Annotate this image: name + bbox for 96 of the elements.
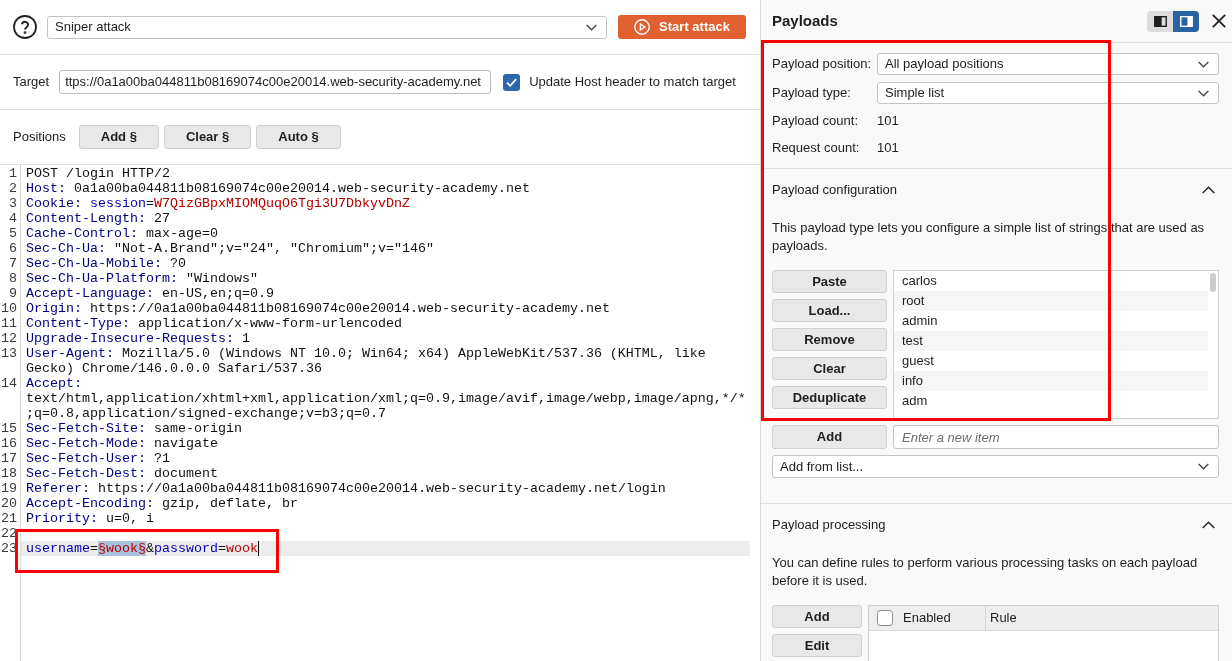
code-line: Sec-Ch-Ua: "Not-A.Brand";v="24", "Chromium";v="146" <box>26 241 434 256</box>
code-line: Sec-Ch-Ua-Platform: "Windows" <box>26 271 258 286</box>
panel-title: Payloads <box>772 10 838 31</box>
layout-toggle[interactable] <box>1147 10 1173 32</box>
field-label: Payload position: <box>772 55 871 74</box>
target-field[interactable]: ttps://0a1a00ba044811b08169074c00e20014.web-security-academy.net <box>59 70 492 94</box>
code-line: Cache-Control: max-age=0 <box>26 226 218 241</box>
column-header[interactable]: Enabled <box>903 608 951 628</box>
marker-button[interactable]: Add § <box>78 125 159 149</box>
code-line: Sec-Fetch-User: ?1 <box>26 451 170 466</box>
section-title: Payload configuration <box>772 180 898 199</box>
line-number: 16 <box>1 436 17 451</box>
panel-right-icon <box>1179 15 1193 27</box>
line-number: 9 <box>9 286 17 301</box>
code-line: Accept-Language: en-US,en;q=0.9 <box>26 286 274 301</box>
code-line: username=§wook§&password=wook <box>26 541 258 556</box>
code-line: Sec-Fetch-Mode: navigate <box>26 436 218 451</box>
chevron-up-icon[interactable] <box>1202 520 1215 529</box>
scrollbar[interactable] <box>1210 273 1216 292</box>
field-value: 101 <box>877 139 899 158</box>
payload-list-item[interactable]: test <box>894 331 1208 351</box>
payload-list-item[interactable]: info <box>894 371 1208 391</box>
line-number: 20 <box>1 496 17 511</box>
list-action-button[interactable]: Deduplicate <box>772 386 887 409</box>
column-header[interactable]: Rule <box>990 608 1017 628</box>
line-number: 14 <box>1 376 17 393</box>
code-line: Origin: https://0a1a00ba044811b08169074c00e20014.web-security-academy.net <box>26 301 610 316</box>
field-label: Payload count: <box>772 112 858 131</box>
layout-toggle[interactable] <box>1173 10 1199 32</box>
checkbox[interactable] <box>877 610 893 626</box>
payload-select[interactable]: All payload positions <box>877 53 1219 75</box>
list-action-button[interactable]: Clear <box>772 357 887 380</box>
marker-button[interactable]: Clear § <box>163 125 252 149</box>
close-icon[interactable] <box>1212 14 1226 28</box>
list-action-button[interactable]: Paste <box>772 270 887 293</box>
text-cursor <box>258 541 259 556</box>
target-label: Target <box>13 73 50 92</box>
line-number: 12 <box>1 331 17 346</box>
code-line: Sec-Fetch-Dest: document <box>26 466 218 481</box>
rule-action-button[interactable]: Edit <box>772 634 862 657</box>
field-label: Request count: <box>772 139 860 158</box>
attack-type-select[interactable]: Sniper attack <box>47 15 607 39</box>
code-line: Referer: https://0a1a00ba044811b08169074c00e20014.web-security-academy.net/login <box>26 481 666 496</box>
line-number: 18 <box>1 466 17 481</box>
field-value: 101 <box>877 112 899 131</box>
code-line: Cookie: session=W7QizGBpxMIOMQuqO6Tgi3U7DbkyvDnZ <box>26 196 410 211</box>
chevron-up-icon[interactable] <box>1202 185 1215 194</box>
code-line: Content-Length: 27 <box>26 211 170 226</box>
line-number: 1 <box>9 166 17 181</box>
panel-left-icon <box>1153 15 1167 27</box>
line-number: 2 <box>9 181 17 196</box>
section-description: You can define rules to perform various processing tasks on each payload before it is used. <box>772 554 1199 590</box>
line-number: 5 <box>9 226 17 241</box>
code-line: Accept-Encoding: gzip, deflate, br <box>26 496 298 511</box>
line-number: 3 <box>9 196 17 211</box>
list-action-button[interactable]: Load... <box>772 299 887 322</box>
section-description: This payload type lets you configure a simple list of strings that are used as payloads. <box>772 219 1206 255</box>
checkbox-label: Update Host header to match target <box>529 73 736 92</box>
rule-action-button[interactable]: Add <box>772 605 862 628</box>
code-line: Priority: u=0, i <box>26 511 154 526</box>
line-number: 13 <box>1 346 17 363</box>
add-button[interactable]: Add <box>772 425 887 449</box>
play-icon <box>634 19 651 35</box>
payload-list-item[interactable]: root <box>894 291 1208 311</box>
chevron-down-icon <box>1198 463 1209 470</box>
help-icon[interactable] <box>13 15 37 39</box>
code-line: Sec-Fetch-Site: same-origin <box>26 421 242 436</box>
code-line: User-Agent: Mozilla/5.0 (Windows NT 10.0; Win64; x64) AppleWebKit/537.36 (KHTML, like Gecko) Chrome/146.0.0.0 Safari/537.36 <box>26 346 707 376</box>
line-number: 19 <box>1 481 17 496</box>
line-number: 4 <box>9 211 17 226</box>
line-number: 7 <box>9 256 17 271</box>
line-number: 6 <box>9 241 17 256</box>
checkbox[interactable] <box>503 73 521 91</box>
section-title: Payload processing <box>772 515 886 534</box>
new-item-field[interactable]: Enter a new item <box>893 425 1219 449</box>
positions-label: Positions <box>13 128 66 147</box>
line-number: 17 <box>1 451 17 466</box>
add-from-list-select[interactable]: Add from list... <box>772 455 1219 478</box>
code-line: Host: 0a1a00ba044811b08169074c00e20014.web-security-academy.net <box>26 181 530 196</box>
code-line: Upgrade-Insecure-Requests: 1 <box>26 331 250 346</box>
code-line: POST /login HTTP/2 <box>26 166 170 181</box>
line-number: 21 <box>1 511 17 526</box>
line-number: 10 <box>1 301 17 316</box>
marker-button[interactable]: Auto § <box>256 125 341 149</box>
list-action-button[interactable]: Remove <box>772 328 887 351</box>
field-label: Payload type: <box>772 84 851 103</box>
line-number: 15 <box>1 421 17 436</box>
start-attack-button[interactable]: Start attack <box>618 15 746 39</box>
line-number: 11 <box>1 316 17 331</box>
chevron-down-icon <box>1198 60 1209 68</box>
code-line: Content-Type: application/x-www-form-urlencoded <box>26 316 402 331</box>
code-line: Sec-Ch-Ua-Mobile: ?0 <box>26 256 186 271</box>
chevron-down-icon <box>1198 89 1209 97</box>
chevron-down-icon <box>586 23 597 31</box>
payload-select[interactable]: Simple list <box>877 82 1219 104</box>
line-number: 8 <box>9 271 17 286</box>
